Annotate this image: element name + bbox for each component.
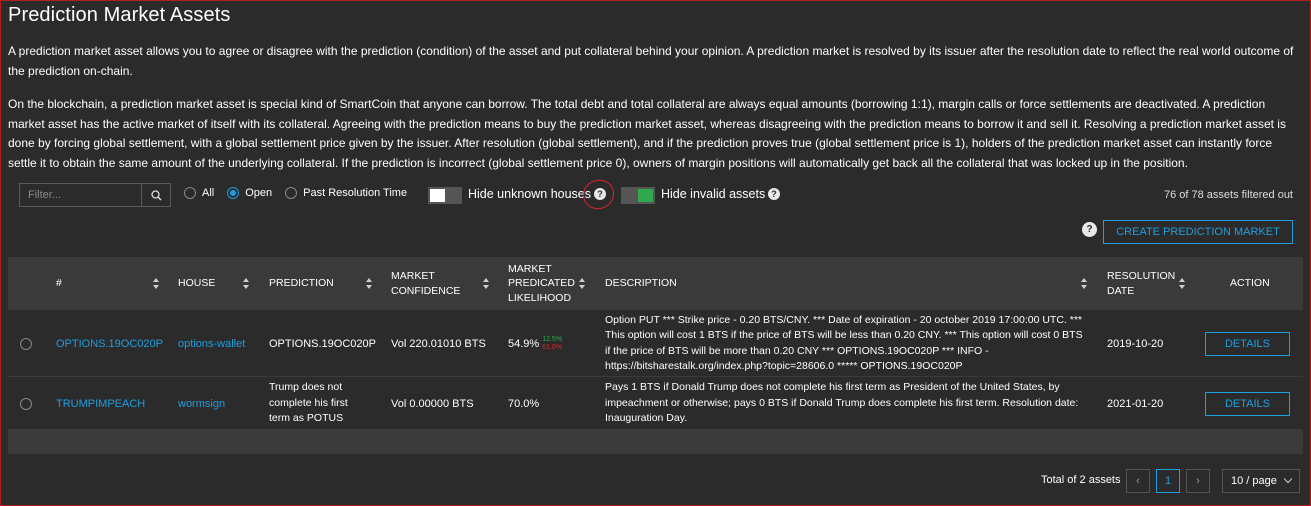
hide-unknown-houses-toggle[interactable] bbox=[428, 187, 462, 204]
search-button[interactable] bbox=[141, 184, 170, 206]
sort-icon[interactable] bbox=[1081, 278, 1088, 289]
hide-unknown-houses-label: Hide unknown houses bbox=[468, 187, 591, 201]
header-likelihood-line3: LIKELIHOOD bbox=[508, 291, 572, 304]
asset-link[interactable]: TRUMPIMPEACH bbox=[56, 377, 145, 430]
likelihood-cell: 70.0% bbox=[508, 397, 540, 410]
header-number[interactable]: # bbox=[56, 257, 62, 310]
header-resolution-date[interactable]: RESOLUTION DATE bbox=[1107, 257, 1175, 310]
filtered-count: 76 of 78 assets filtered out bbox=[1163, 189, 1293, 201]
house-link[interactable]: options-wallet bbox=[178, 310, 245, 377]
assets-table: # HOUSE PREDICTION MARKET CONFIDENCE MAR… bbox=[8, 257, 1303, 454]
radio-all[interactable]: All bbox=[184, 187, 214, 199]
page-title: Prediction Market Assets bbox=[8, 4, 231, 26]
toggle-knob bbox=[430, 189, 445, 202]
likelihood-value: 54.9% bbox=[508, 337, 540, 350]
sort-icon[interactable] bbox=[579, 278, 586, 289]
hide-invalid-assets-label: Hide invalid assets bbox=[661, 187, 766, 201]
sort-icon[interactable] bbox=[153, 278, 160, 289]
radio-past-indicator[interactable] bbox=[285, 187, 298, 199]
intro-paragraph-1: A prediction market asset allows you to … bbox=[8, 44, 1294, 78]
header-description[interactable]: DESCRIPTION bbox=[605, 257, 677, 310]
chevron-right-icon: › bbox=[1196, 475, 1200, 487]
header-confidence-line2: CONFIDENCE bbox=[391, 284, 461, 297]
confidence-cell: Vol 0.00000 BTS bbox=[391, 397, 474, 410]
header-confidence-line1: MARKET bbox=[391, 270, 435, 282]
likelihood-down: 61.0% bbox=[542, 343, 563, 351]
description-cell: Option PUT *** Strike price - 0.20 BTS/C… bbox=[605, 313, 1083, 373]
table-row: TRUMPIMPEACH wormsign Trump does not com… bbox=[8, 377, 1303, 430]
header-likelihood-line1: MARKET bbox=[508, 262, 552, 275]
likelihood-cell: 54.9% 12.5% 61.0% bbox=[508, 310, 562, 377]
total-assets: Total of 2 assets bbox=[1041, 474, 1121, 486]
row-select-radio[interactable] bbox=[20, 398, 32, 410]
radio-open-label: Open bbox=[245, 187, 273, 199]
sort-icon[interactable] bbox=[483, 278, 490, 289]
radio-past-resolution[interactable]: Past Resolution Time bbox=[285, 187, 407, 199]
likelihood-change: 12.5% 61.0% bbox=[542, 336, 562, 352]
header-house[interactable]: HOUSE bbox=[178, 257, 215, 310]
header-likelihood-line2: PREDICATED bbox=[508, 277, 575, 290]
sort-icon[interactable] bbox=[243, 278, 250, 289]
prev-page-button[interactable]: ‹ bbox=[1126, 469, 1150, 493]
header-resolution-line2: DATE bbox=[1107, 284, 1135, 297]
help-icon[interactable]: ? bbox=[1082, 222, 1097, 237]
radio-open-indicator[interactable] bbox=[227, 187, 240, 199]
resolution-date-cell: 2021-01-20 bbox=[1107, 397, 1164, 410]
help-icon[interactable]: ? bbox=[768, 188, 780, 200]
page-button-1[interactable]: 1 bbox=[1156, 469, 1180, 493]
intro-paragraph-2: On the blockchain, a prediction market a… bbox=[8, 97, 1286, 170]
asset-link[interactable]: OPTIONS.19OC020P bbox=[56, 310, 163, 377]
filter-input[interactable] bbox=[20, 184, 141, 206]
radio-open[interactable]: Open bbox=[227, 187, 272, 199]
next-page-button[interactable]: › bbox=[1186, 469, 1210, 493]
table-header: # HOUSE PREDICTION MARKET CONFIDENCE MAR… bbox=[8, 257, 1303, 310]
header-prediction[interactable]: PREDICTION bbox=[269, 257, 334, 310]
search-icon bbox=[150, 189, 161, 200]
hide-invalid-assets-toggle[interactable] bbox=[621, 187, 655, 204]
prediction-cell: Trump does not complete his first term a… bbox=[269, 381, 348, 425]
filter-box bbox=[19, 183, 171, 207]
page-size-select[interactable]: 10 / page bbox=[1222, 469, 1300, 493]
create-prediction-market-button[interactable]: CREATE PREDICTION MARKET bbox=[1103, 220, 1293, 244]
red-annotation-circle bbox=[581, 177, 616, 212]
likelihood-up: 12.5% bbox=[542, 335, 563, 343]
confidence-cell: Vol 220.01010 BTS bbox=[391, 337, 486, 350]
header-likelihood[interactable]: MARKET PREDICATED LIKELIHOOD bbox=[508, 257, 575, 310]
header-market-confidence[interactable]: MARKET CONFIDENCE bbox=[391, 257, 460, 310]
details-button[interactable]: DETAILS bbox=[1205, 392, 1290, 416]
sort-icon[interactable] bbox=[1179, 278, 1186, 289]
header-action: ACTION bbox=[1230, 277, 1270, 290]
page-size-value: 10 / page bbox=[1231, 475, 1277, 487]
radio-all-label: All bbox=[202, 187, 215, 199]
status-radio-group: All Open Past Resolution Time bbox=[184, 187, 420, 199]
row-select-radio[interactable] bbox=[20, 338, 32, 350]
prediction-cell: OPTIONS.19OC020P bbox=[269, 337, 376, 350]
house-link[interactable]: wormsign bbox=[178, 377, 225, 430]
header-resolution-line1: RESOLUTION bbox=[1107, 270, 1176, 282]
sort-icon[interactable] bbox=[366, 278, 373, 289]
details-button[interactable]: DETAILS bbox=[1205, 332, 1290, 356]
table-footer-band bbox=[8, 430, 1303, 454]
description-cell: Pays 1 BTS if Donald Trump does not comp… bbox=[605, 381, 1079, 425]
radio-all-indicator[interactable] bbox=[184, 187, 196, 199]
chevron-down-icon bbox=[1283, 474, 1293, 484]
chevron-left-icon: ‹ bbox=[1136, 475, 1140, 487]
resolution-date-cell: 2019-10-20 bbox=[1107, 337, 1164, 350]
table-row: OPTIONS.19OC020P options-wallet OPTIONS.… bbox=[8, 310, 1303, 377]
prediction-market-page: Prediction Market Assets A prediction ma… bbox=[1, 1, 1310, 505]
toggle-knob bbox=[638, 189, 653, 202]
radio-past-label: Past Resolution Time bbox=[303, 187, 408, 199]
